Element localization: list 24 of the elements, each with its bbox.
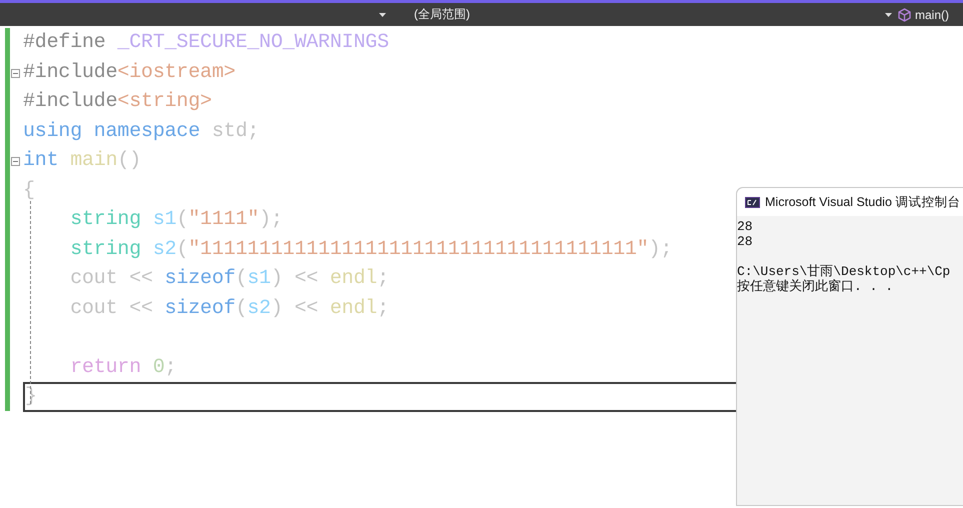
code-line: {	[23, 178, 35, 202]
dropdown-caret-icon[interactable]	[884, 12, 892, 16]
code-line: int main()	[23, 149, 142, 172]
code-line: #include<iostream>	[23, 60, 236, 84]
code-line: return 0;	[69, 356, 176, 379]
dropdown-caret-icon[interactable]	[379, 12, 386, 16]
member-dropdown[interactable]: main()	[914, 8, 949, 22]
console-output-line: 28	[737, 234, 754, 249]
code-line: string s1("1111");	[69, 208, 283, 232]
code-line: #define _CRT_SECURE_NO_WARNINGS	[23, 31, 389, 54]
console-output-line: 28	[737, 219, 754, 234]
cube-icon	[898, 8, 911, 22]
code-line: cout << sizeof(s2) << endl;	[69, 296, 389, 320]
code-line: using namespace std;	[23, 120, 260, 143]
console-app-icon	[745, 196, 760, 208]
code-line: string s2("1111111111111111111111111111111111111");	[69, 238, 672, 261]
scope-dropdown[interactable]: (全局范围)	[414, 6, 879, 23]
code-line: #include<string>	[23, 90, 212, 114]
console-title: Microsoft Visual Studio 调试控制台	[765, 194, 960, 210]
console-output-line: C:\Users\甘雨\Desktop\c++\Cp	[737, 264, 952, 279]
collapse-icon[interactable]	[11, 68, 20, 78]
console-output-line: 按任意键关闭此窗口. . .	[737, 279, 894, 294]
collapse-icon[interactable]	[11, 157, 20, 166]
code-line: cout << sizeof(s1) << endl;	[69, 267, 389, 290]
